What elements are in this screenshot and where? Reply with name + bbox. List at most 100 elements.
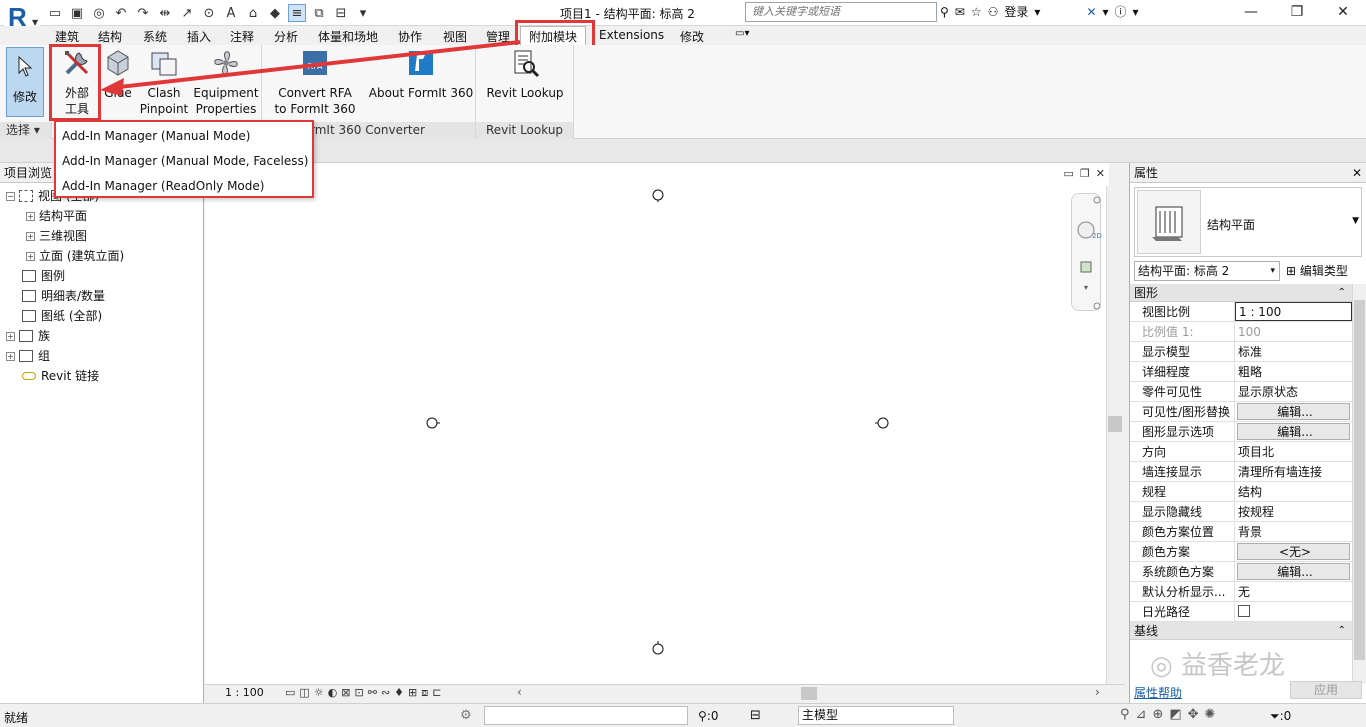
select-pinned-icon[interactable]: ⊕ bbox=[1152, 707, 1163, 722]
select-underlay-icon[interactable]: ⊿ bbox=[1136, 707, 1147, 722]
select-links-icon[interactable]: ⚲ bbox=[1120, 707, 1130, 722]
property-value[interactable]: 无 bbox=[1235, 582, 1352, 601]
workset-field[interactable] bbox=[484, 706, 688, 725]
restore-button[interactable]: ❐ bbox=[1274, 0, 1320, 24]
tree-item-schedules[interactable]: 明细表/数量 bbox=[22, 286, 105, 306]
elevation-marker-west[interactable] bbox=[426, 416, 440, 430]
tab-analyze[interactable]: 分析 bbox=[274, 28, 298, 45]
property-value[interactable]: 清理所有墙连接 bbox=[1235, 462, 1352, 481]
minimize-button[interactable]: — bbox=[1228, 0, 1274, 24]
help-icon[interactable]: ⓘ bbox=[1115, 3, 1127, 20]
tree-item-revit-links[interactable]: Revit 链接 bbox=[22, 366, 99, 386]
property-edit-button[interactable]: 编辑... bbox=[1237, 423, 1350, 440]
communication-icon[interactable]: ✉ bbox=[955, 5, 965, 19]
scroll-thumb[interactable] bbox=[1108, 416, 1122, 432]
select-by-face-icon[interactable]: ◩ bbox=[1169, 707, 1181, 722]
tab-manage[interactable]: 管理 bbox=[486, 28, 510, 45]
horizontal-scroll-thumb[interactable] bbox=[801, 687, 817, 700]
collapse-icon[interactable]: ⌃ bbox=[1338, 622, 1346, 640]
property-value[interactable]: 标准 bbox=[1235, 342, 1352, 361]
close-hidden-icon[interactable]: ⧉ bbox=[310, 4, 328, 22]
expand-icon[interactable]: + bbox=[26, 231, 35, 241]
detail-level-icon[interactable]: ▭ bbox=[285, 686, 295, 700]
about-formit-button[interactable]: About FormIt 360 bbox=[366, 47, 476, 101]
tree-item-3d-views[interactable]: + 三维视图 bbox=[26, 226, 87, 246]
equipment-properties-button[interactable]: Equipment Properties bbox=[192, 47, 260, 117]
property-value[interactable]: 结构 bbox=[1235, 482, 1352, 501]
temporary-hide-icon[interactable]: ⚯ bbox=[368, 686, 377, 700]
sun-path-checkbox[interactable] bbox=[1238, 605, 1250, 617]
convert-rfa-button[interactable]: RFA Convert RFA to FormIt 360 bbox=[272, 47, 358, 117]
tab-extensions[interactable]: Extensions bbox=[599, 28, 664, 42]
tree-item-groups[interactable]: + 组 bbox=[6, 346, 50, 366]
scroll-thumb[interactable] bbox=[1354, 300, 1365, 660]
filter-count[interactable]: ⏷:0 bbox=[1270, 709, 1291, 724]
select-dropdown[interactable]: 选择 ▾ bbox=[0, 122, 51, 139]
elevation-marker-north[interactable] bbox=[651, 188, 665, 202]
lock-3d-icon[interactable]: ♦ bbox=[394, 686, 404, 700]
tab-modify[interactable]: 修改 bbox=[680, 28, 704, 45]
dimension-icon[interactable]: ↗ bbox=[178, 4, 196, 22]
save-icon[interactable]: ▣ bbox=[68, 4, 86, 22]
apply-button[interactable]: 应用 bbox=[1290, 681, 1362, 699]
expand-icon[interactable]: + bbox=[26, 251, 35, 261]
property-value[interactable]: 粗略 bbox=[1235, 362, 1352, 381]
design-options-icon[interactable]: ⊟ bbox=[750, 708, 761, 723]
elevation-marker-east[interactable] bbox=[875, 416, 889, 430]
tab-insert[interactable]: 插入 bbox=[187, 28, 211, 45]
glue-button[interactable]: Glue bbox=[100, 47, 136, 101]
modify-button[interactable]: 修改 bbox=[6, 47, 44, 117]
thin-lines-icon[interactable]: ≡ bbox=[288, 4, 306, 22]
crop-view-icon[interactable]: ⊠ bbox=[341, 686, 350, 700]
instance-filter-select[interactable]: 结构平面: 标高 2 ▾ bbox=[1134, 261, 1280, 281]
view-scale[interactable]: 1 : 100 bbox=[225, 686, 264, 699]
measure-icon[interactable]: ⇹ bbox=[156, 4, 174, 22]
exchange-apps-icon[interactable]: ✕ bbox=[1086, 5, 1096, 19]
sun-path-icon[interactable]: ☼ bbox=[314, 686, 324, 700]
design-option-field[interactable]: 主模型 bbox=[798, 706, 954, 725]
worksets-icon[interactable]: ⚙ bbox=[460, 708, 472, 723]
reveal-hidden-icon[interactable]: ∾ bbox=[381, 686, 390, 700]
properties-scrollbar[interactable] bbox=[1352, 284, 1366, 684]
background-process-icon[interactable]: ✺ bbox=[1205, 707, 1216, 722]
constraints-icon[interactable]: ⊏ bbox=[432, 686, 441, 700]
menu-item-addin-manual[interactable]: Add-In Manager (Manual Mode) bbox=[56, 124, 312, 149]
tree-item-sheets[interactable]: 图纸 (全部) bbox=[22, 306, 102, 326]
property-edit-button[interactable]: <无> bbox=[1237, 543, 1350, 560]
binoculars-icon[interactable]: ⚲ bbox=[940, 5, 949, 19]
elevation-marker-south[interactable] bbox=[651, 641, 665, 655]
close-view-icon[interactable]: ✕ bbox=[1096, 167, 1105, 180]
restore-view-icon[interactable]: ❐ bbox=[1080, 167, 1090, 180]
chevron-down-icon[interactable]: ▾ bbox=[1133, 5, 1139, 19]
favorites-star-icon[interactable]: ☆ bbox=[971, 5, 982, 19]
vertical-scrollbar[interactable] bbox=[1106, 186, 1124, 686]
redo-icon[interactable]: ↷ bbox=[134, 4, 152, 22]
navigation-wheel-icon[interactable]: 2D ▾ bbox=[1072, 194, 1102, 312]
tab-architecture[interactable]: 建筑 bbox=[55, 28, 79, 45]
search-input[interactable] bbox=[745, 2, 937, 22]
group-graphics[interactable]: 图形 ⌃ bbox=[1130, 284, 1352, 302]
analytical-model-icon[interactable]: ⊞ bbox=[408, 686, 417, 700]
property-value[interactable]: 按规程 bbox=[1235, 502, 1352, 521]
scroll-left-icon[interactable]: ‹ bbox=[517, 685, 522, 699]
tree-item-structural-plans[interactable]: + 结构平面 bbox=[26, 206, 87, 226]
properties-help-link[interactable]: 属性帮助 bbox=[1134, 684, 1182, 701]
property-value[interactable]: 项目北 bbox=[1235, 442, 1352, 461]
property-value[interactable]: 背景 bbox=[1235, 522, 1352, 541]
tab-collaborate[interactable]: 协作 bbox=[398, 28, 422, 45]
expand-icon[interactable]: + bbox=[6, 351, 15, 361]
expand-icon[interactable]: + bbox=[6, 331, 15, 341]
drag-elements-icon[interactable]: ✥ bbox=[1188, 707, 1199, 722]
shadows-icon[interactable]: ◐ bbox=[328, 686, 338, 700]
menu-item-addin-readonly[interactable]: Add-In Manager (ReadOnly Mode) bbox=[56, 174, 312, 199]
text-icon[interactable]: A bbox=[222, 4, 240, 22]
tab-view[interactable]: 视图 bbox=[443, 28, 467, 45]
drawing-area[interactable]: ▭ ❐ ✕ 2D ▾ bbox=[205, 163, 1109, 685]
revit-lookup-button[interactable]: Revit Lookup bbox=[482, 47, 568, 101]
minimize-view-icon[interactable]: ▭ bbox=[1064, 167, 1074, 180]
tree-item-elevations[interactable]: + 立面 (建筑立面) bbox=[26, 246, 124, 266]
customize-qat-icon[interactable]: ▾ bbox=[354, 4, 372, 22]
3d-view-icon[interactable]: ⌂ bbox=[244, 4, 262, 22]
tab-annotate[interactable]: 注释 bbox=[230, 28, 254, 45]
sync-icon[interactable]: ◎ bbox=[90, 4, 108, 22]
